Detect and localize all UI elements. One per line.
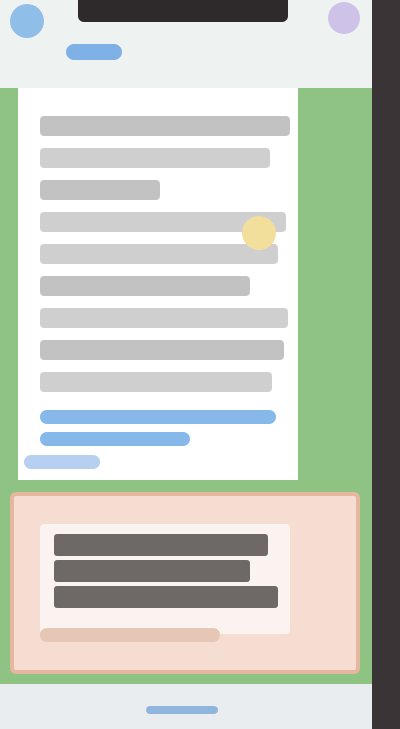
- message-line: [40, 244, 278, 264]
- screen-edge: [372, 0, 400, 729]
- card-caption: [40, 628, 220, 642]
- message-bubble[interactable]: [18, 88, 298, 480]
- redacted-text-line: [54, 586, 278, 608]
- message-line: [40, 276, 250, 296]
- chat-subtitle: [66, 44, 122, 60]
- message-line: [40, 340, 284, 360]
- message-timestamp: [24, 455, 100, 469]
- chat-title[interactable]: [78, 0, 288, 22]
- emoji-icon: [242, 216, 276, 250]
- highlighted-message-card[interactable]: [10, 492, 360, 674]
- message-line: [40, 148, 270, 168]
- message-line: [40, 180, 160, 200]
- top-bar: [0, 0, 372, 88]
- message-line: [40, 116, 290, 136]
- redacted-text-line: [54, 534, 268, 556]
- chat-screen: [0, 0, 372, 729]
- message-line: [40, 308, 288, 328]
- message-link[interactable]: [40, 432, 190, 446]
- bottom-bar: [0, 684, 372, 729]
- menu-button[interactable]: [328, 2, 360, 34]
- home-indicator[interactable]: [146, 706, 218, 714]
- redacted-text-line: [54, 560, 250, 582]
- card-content: [40, 524, 290, 634]
- message-link[interactable]: [40, 410, 276, 424]
- back-button[interactable]: [10, 4, 44, 38]
- message-line: [40, 372, 272, 392]
